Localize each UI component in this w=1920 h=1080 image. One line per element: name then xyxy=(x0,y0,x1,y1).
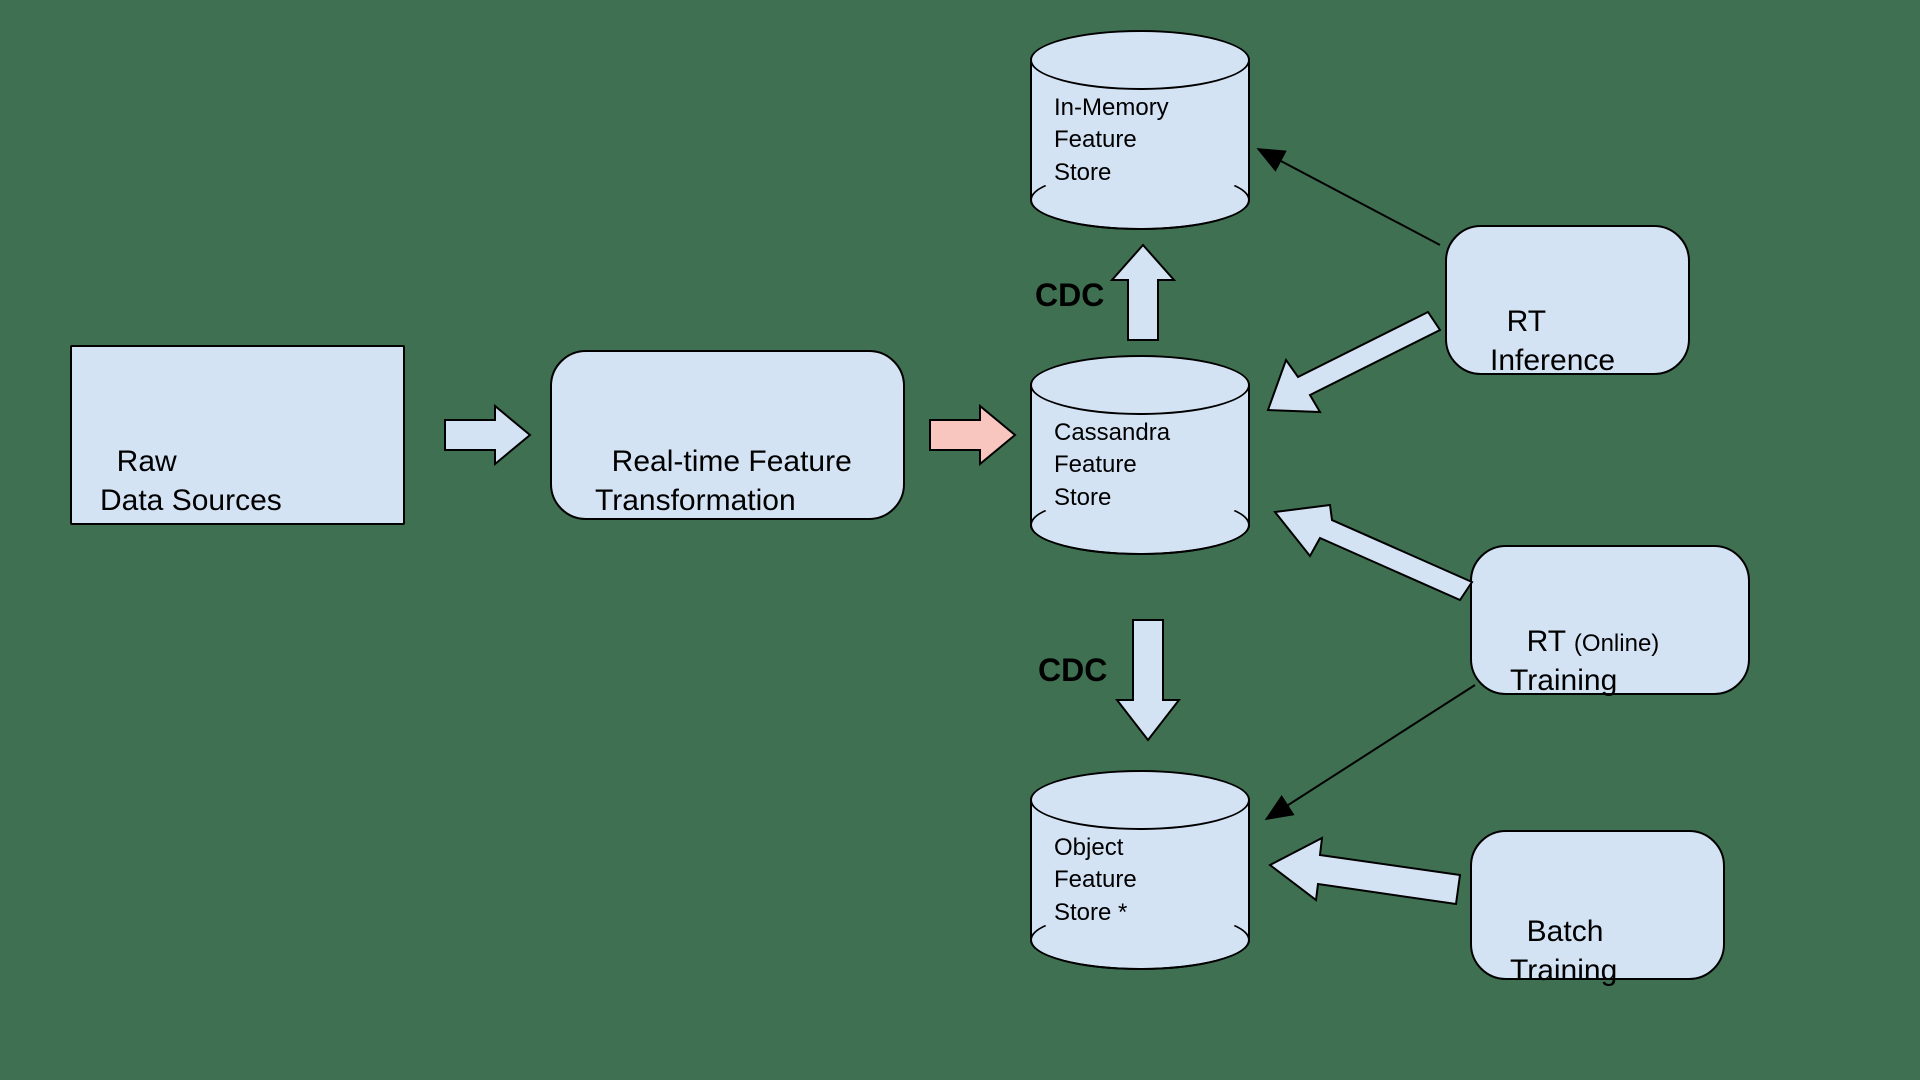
arrow-rtinf-to-inmem xyxy=(1260,150,1440,245)
node-rtinf-label: RTInference xyxy=(1490,265,1615,380)
arrow-batch-to-object xyxy=(1270,838,1460,904)
label-cdc-lower: CDC xyxy=(1038,650,1107,691)
arrow-cdc-down xyxy=(1117,620,1179,740)
cylinder-object-store: Object Feature Store * xyxy=(1030,770,1250,970)
cylinder-in-memory-store: In-Memory Feature Store xyxy=(1030,30,1250,230)
arrow-raw-to-rtft xyxy=(445,406,530,464)
arrow-rtonline-to-cassandra xyxy=(1275,505,1472,600)
node-batch-label: BatchTraining xyxy=(1510,875,1617,990)
node-raw-label: RawData Sources xyxy=(100,405,282,520)
arrow-cdc-up xyxy=(1112,245,1174,340)
arrow-rtinf-to-cassandra xyxy=(1268,312,1440,412)
cylinder-cassandra-store: Cassandra Feature Store xyxy=(1030,355,1250,555)
label-cdc-upper: CDC xyxy=(1035,275,1104,316)
node-rtonl-label: RT (Online)Training xyxy=(1510,585,1659,700)
node-rtft-label: Real-time FeatureTransformation xyxy=(595,405,852,520)
arrow-rtft-to-cassandra xyxy=(930,406,1015,464)
arrow-rtonline-to-object xyxy=(1268,685,1475,818)
